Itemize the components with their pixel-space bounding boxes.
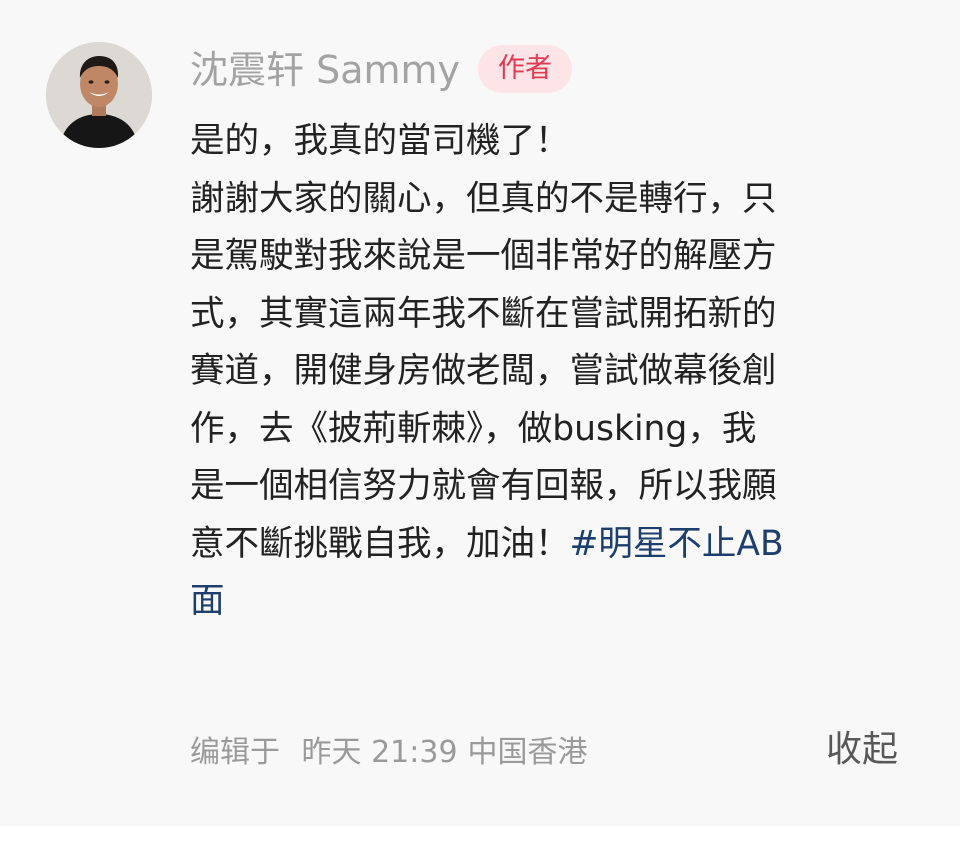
content-line: 謝謝大家的關心，但真的不是轉行，只 (190, 178, 777, 219)
author-badge: 作者 (478, 45, 572, 93)
collapse-button[interactable]: 收起 (826, 728, 898, 772)
avatar-image (46, 42, 152, 148)
content-text: 意不斷挑戰自我，加油！ (190, 523, 570, 564)
bottom-divider (0, 826, 960, 848)
page: 沈震轩 Sammy 作者 是的，我真的當司機了！ 謝謝大家的關心，但真的不是轉行… (0, 0, 960, 848)
avatar[interactable] (46, 42, 152, 148)
edited-label: 编辑于 (190, 735, 280, 770)
author-name[interactable]: 沈震轩 Sammy (190, 48, 460, 92)
content-line: 賽道，開健身房做老闆，嘗試做幕後創 (190, 351, 777, 391)
content-line-with-hashtag: 意不斷挑戰自我，加油！#明星不止AB (190, 516, 910, 574)
comment-content: 是的，我真的當司機了！ 謝謝大家的關心，但真的不是轉行，只 是駕駛對我來說是一個… (190, 113, 910, 631)
comment-meta: 编辑于 昨天 21:39 中国香港 (190, 733, 600, 773)
location: 中国香港 (467, 735, 588, 770)
hashtag-link[interactable]: #明星不止AB (570, 524, 784, 564)
comment-card: 沈震轩 Sammy 作者 是的，我真的當司機了！ 謝謝大家的關心，但真的不是轉行… (0, 0, 960, 826)
content-line: 是的，我真的當司機了！ (190, 121, 570, 161)
hashtag-link-continued[interactable]: 面 (190, 573, 910, 631)
content-line: 是駕駛對我來說是一個非常好的解壓方 (190, 236, 777, 276)
edited-time: 昨天 21:39 (301, 735, 458, 770)
content-line: 式，其實這兩年我不斷在嘗試開拓新的 (190, 293, 777, 334)
content-line: 作，去《披荊斬棘》，做busking，我 (190, 408, 757, 449)
content-line: 是一個相信努力就會有回報，所以我願 (190, 466, 777, 506)
